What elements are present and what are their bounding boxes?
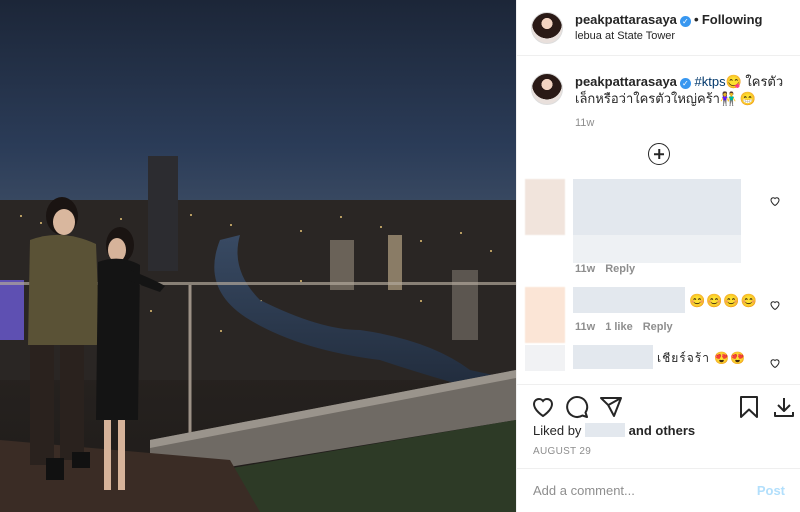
heart-icon[interactable] (531, 395, 555, 419)
comments-list[interactable]: peakpattarasaya ✓ #ktps😋 ใครตัวเล็กหรือว่… (517, 57, 800, 384)
comment-item: 😊😊😊😊 11w 1 like Reply (517, 287, 800, 345)
redacted-username[interactable] (585, 423, 626, 437)
comment-box: Post (517, 468, 800, 512)
caption-username[interactable]: peakpattarasaya (575, 74, 677, 89)
comment-likes[interactable]: 1 like (605, 321, 633, 333)
caption-emoji-2: 👫 😁 (719, 91, 756, 106)
reply-button[interactable]: Reply (643, 321, 673, 333)
caption-emoji-1: 😋 (725, 74, 742, 89)
caption-text: peakpattarasaya ✓ #ktps😋 ใครตัวเล็กหรือว่… (575, 73, 785, 107)
header-username[interactable]: peakpattarasaya (575, 12, 677, 27)
post-date[interactable]: AUGUST 29 (533, 446, 591, 457)
header-text: peakpattarasaya ✓ • Following lebua at Stat… (575, 11, 762, 45)
comment-time[interactable]: 11w (575, 321, 595, 333)
download-icon[interactable] (772, 395, 796, 419)
post-photo[interactable] (0, 0, 516, 512)
comment-emojis: 😊😊😊😊 (689, 293, 758, 308)
redacted-avatar[interactable] (525, 287, 565, 343)
redacted-text (573, 345, 653, 369)
post-header: peakpattarasaya ✓ • Following lebua at Stat… (517, 0, 800, 56)
comment-input[interactable] (533, 483, 757, 498)
comment-item: เชียร์จร้า 😍😍 (517, 345, 800, 384)
comment-item: 11w Reply (517, 179, 800, 287)
caption-timestamp[interactable]: 11w (575, 117, 800, 129)
redacted-avatar[interactable] (525, 179, 565, 235)
comment-icon[interactable] (565, 395, 589, 419)
comment-text: เชียร์จร้า 😍😍 (657, 351, 747, 365)
verified-badge-icon: ✓ (679, 78, 691, 89)
location-link[interactable]: lebua at State Tower (575, 28, 762, 45)
post-sidebar: peakpattarasaya ✓ • Following lebua at Stat… (516, 0, 800, 512)
caption: peakpattarasaya ✓ #ktps😋 ใครตัวเล็กหรือว่… (517, 57, 800, 107)
bookmark-icon[interactable] (737, 395, 761, 419)
post-actions (517, 384, 800, 426)
redacted-text (573, 179, 741, 235)
heart-outline-icon[interactable] (769, 195, 781, 207)
redacted-avatar[interactable] (525, 345, 565, 371)
liked-by-others[interactable]: and others (629, 423, 695, 438)
liked-by: Liked by and others (533, 423, 695, 438)
share-icon[interactable] (599, 395, 623, 419)
redacted-text (573, 287, 685, 313)
avatar[interactable] (531, 11, 563, 44)
night-city-photo (0, 0, 516, 512)
heart-outline-icon[interactable] (769, 299, 781, 311)
load-more-comments[interactable] (517, 143, 800, 165)
comment-time[interactable]: 11w (575, 263, 595, 275)
plus-circle-icon[interactable] (648, 143, 670, 165)
caption-avatar[interactable] (531, 73, 563, 105)
post-button[interactable]: Post (757, 483, 785, 498)
hashtag-link[interactable]: #ktps (695, 74, 726, 89)
verified-badge-icon: ✓ (679, 15, 691, 27)
following-button[interactable]: Following (702, 12, 763, 27)
redacted-text (573, 235, 741, 263)
heart-outline-icon[interactable] (769, 357, 781, 369)
comment-meta: 11w Reply (575, 263, 645, 275)
separator-dot: • (693, 10, 699, 27)
reply-button[interactable]: Reply (605, 263, 635, 275)
liked-by-prefix: Liked by (533, 423, 582, 438)
comment-meta: 11w 1 like Reply (575, 321, 683, 333)
